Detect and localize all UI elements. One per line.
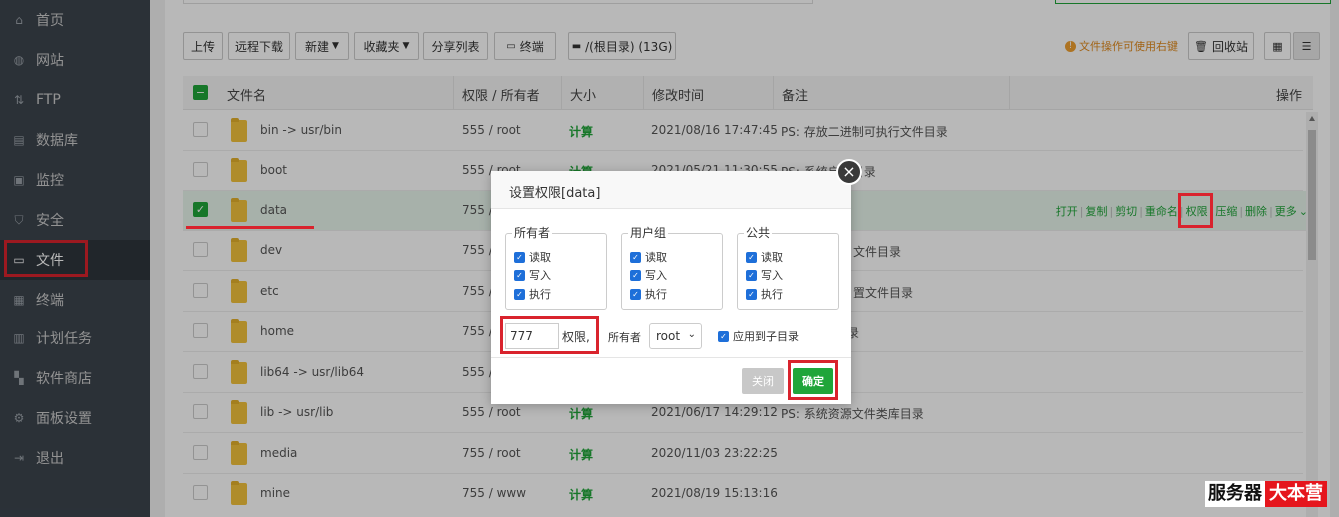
group-write-option[interactable]: ✓ 写入 (630, 267, 667, 283)
dialog-title: 设置权限[data] (509, 186, 601, 201)
owner-value: root (656, 329, 681, 343)
close-label: 关闭 (752, 375, 774, 388)
close-icon[interactable]: × (836, 159, 862, 185)
option-label: 执行 (645, 288, 667, 301)
permission-dialog: 设置权限[data] 所有者 ✓ 读取 ✓ 写入 ✓ 执行 用户组 ✓ 读取 ✓ 写入 ✓… (491, 171, 851, 404)
public-exec-option[interactable]: ✓ 执行 (746, 286, 783, 302)
apply-subdir-option[interactable]: ✓ 应用到子目录 (718, 328, 799, 344)
chevron-down-icon: ⌄ (687, 329, 696, 340)
owner-exec-option[interactable]: ✓ 执行 (514, 286, 551, 302)
checkbox-checked-icon[interactable]: ✓ (630, 288, 641, 300)
public-perm-group: 公共 ✓ 读取 ✓ 写入 ✓ 执行 (737, 224, 839, 310)
group-label: 公共 (744, 224, 773, 241)
checkbox-checked-icon[interactable]: ✓ (630, 269, 641, 281)
public-read-option[interactable]: ✓ 读取 (746, 249, 783, 265)
brand-part1: 服务器 (1205, 481, 1265, 507)
checkbox-checked-icon[interactable]: ✓ (746, 251, 757, 263)
group-perm-group: 用户组 ✓ 读取 ✓ 写入 ✓ 执行 (621, 224, 723, 310)
checkbox-checked-icon[interactable]: ✓ (746, 269, 757, 281)
option-label: 执行 (529, 288, 551, 301)
confirm-highlight (788, 360, 838, 400)
option-label: 写入 (761, 269, 783, 282)
option-label: 读取 (529, 251, 551, 264)
owner-select[interactable]: root ⌄ (649, 323, 702, 349)
checkbox-checked-icon[interactable]: ✓ (514, 251, 525, 263)
option-label: 读取 (645, 251, 667, 264)
option-label: 写入 (529, 269, 551, 282)
owner-read-option[interactable]: ✓ 读取 (514, 249, 551, 265)
data-row-underline (186, 226, 314, 229)
owner-perm-group: 所有者 ✓ 读取 ✓ 写入 ✓ 执行 (505, 224, 607, 310)
option-label: 执行 (761, 288, 783, 301)
dialog-header: 设置权限[data] (491, 171, 851, 209)
group-label: 用户组 (628, 224, 669, 241)
owner-write-option[interactable]: ✓ 写入 (514, 267, 551, 283)
group-read-option[interactable]: ✓ 读取 (630, 249, 667, 265)
close-button[interactable]: 关闭 (742, 368, 784, 394)
perm-input-highlight (500, 316, 599, 354)
checkbox-checked-icon[interactable]: ✓ (718, 330, 729, 342)
brand-watermark: 服务器 大本营 (1205, 481, 1327, 507)
group-label: 所有者 (512, 224, 553, 241)
perm-action-highlight (1178, 193, 1213, 228)
public-write-option[interactable]: ✓ 写入 (746, 267, 783, 283)
checkbox-checked-icon[interactable]: ✓ (514, 269, 525, 281)
option-label: 读取 (761, 251, 783, 264)
checkbox-checked-icon[interactable]: ✓ (514, 288, 525, 300)
checkbox-checked-icon[interactable]: ✓ (746, 288, 757, 300)
checkbox-checked-icon[interactable]: ✓ (630, 251, 641, 263)
brand-part2: 大本营 (1265, 481, 1327, 507)
group-exec-option[interactable]: ✓ 执行 (630, 286, 667, 302)
apply-subdir-label: 应用到子目录 (733, 330, 799, 343)
option-label: 写入 (645, 269, 667, 282)
owner-label: 所有者 (608, 331, 641, 344)
